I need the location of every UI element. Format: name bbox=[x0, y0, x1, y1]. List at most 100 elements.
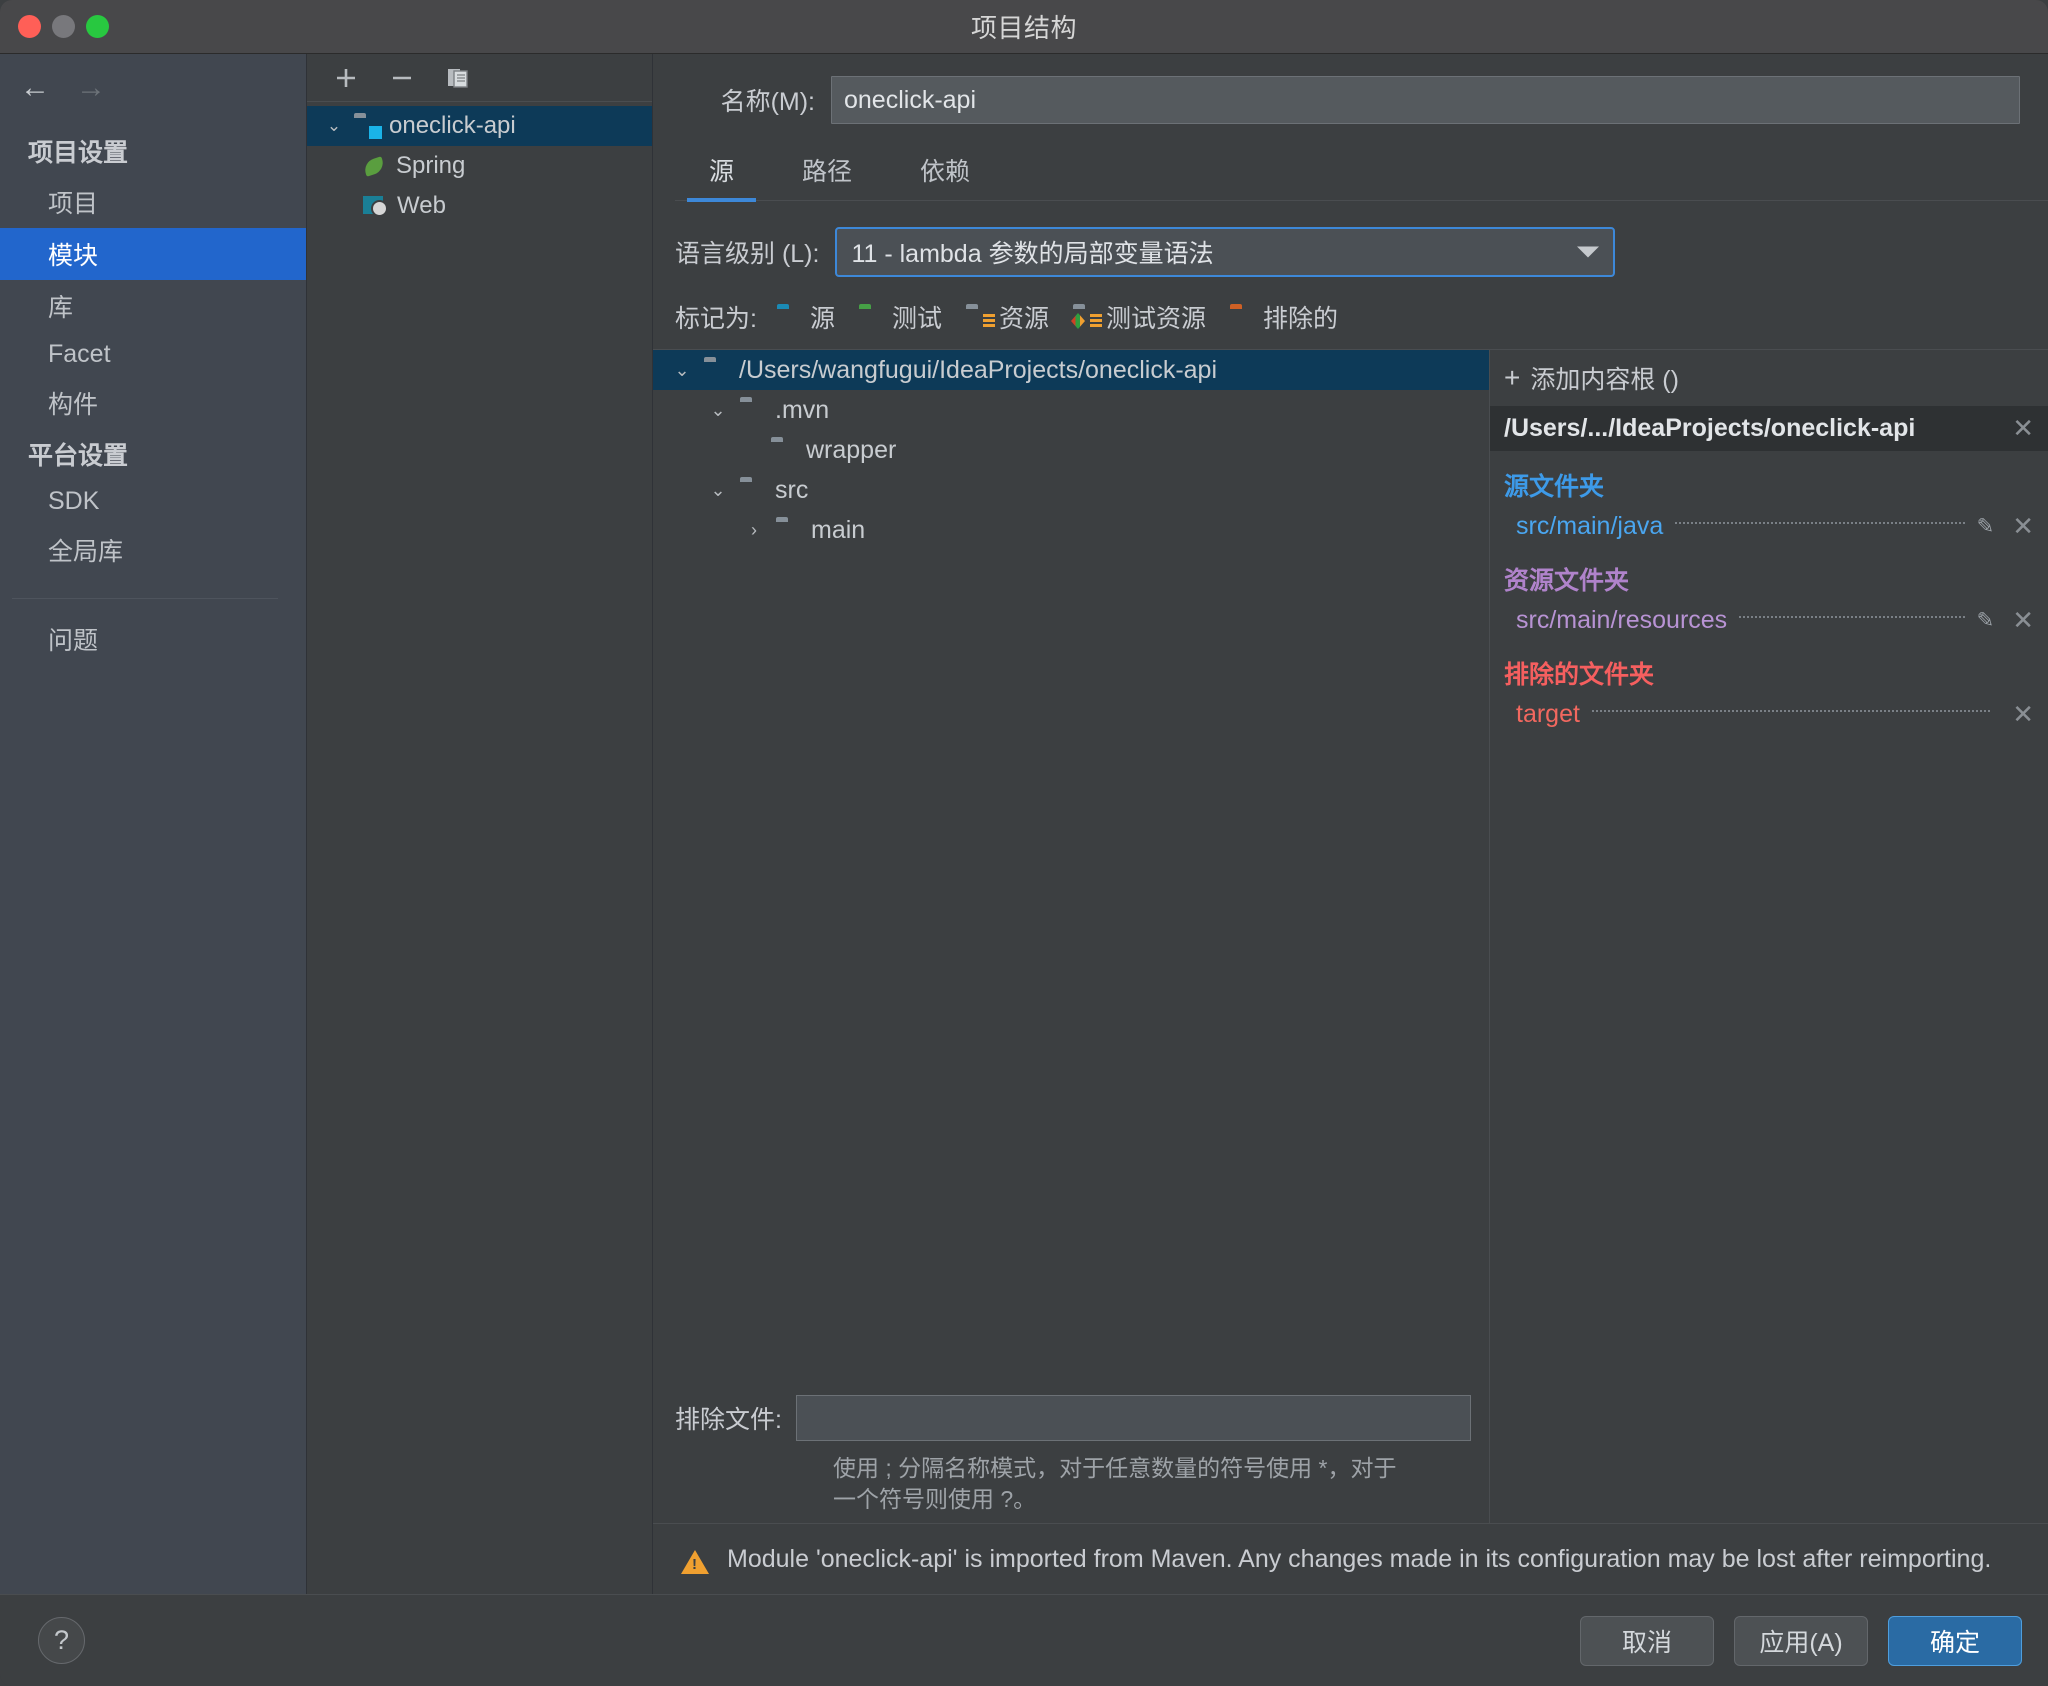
spring-leaf-icon bbox=[362, 155, 387, 177]
mark-as-label: 标记为: bbox=[675, 305, 757, 333]
folder-icon bbox=[740, 399, 766, 421]
sidebar-item-modules[interactable]: 模块 bbox=[0, 228, 306, 280]
module-name-field-label: 名称(M): bbox=[720, 88, 815, 116]
language-level-select[interactable]: 11 - lambda 参数的局部变量语法 bbox=[835, 227, 1616, 277]
cancel-button[interactable]: 取消 bbox=[1580, 1615, 1714, 1666]
chevron-right-icon[interactable]: › bbox=[741, 520, 767, 541]
chevron-down-icon[interactable]: ⌄ bbox=[705, 400, 731, 421]
folder-icon bbox=[776, 519, 802, 541]
module-name-input[interactable] bbox=[831, 76, 2020, 124]
module-tree: ⌄ oneclick-api Spring Web bbox=[307, 102, 652, 226]
module-tree-row-web[interactable]: Web bbox=[307, 186, 652, 226]
tab-paths[interactable]: 路径 bbox=[768, 146, 886, 200]
exclude-files-input[interactable] bbox=[795, 1394, 1471, 1441]
mark-as-excluded-label: 排除的 bbox=[1263, 305, 1339, 333]
sidebar-group-project-settings: 项目设置 bbox=[28, 139, 129, 167]
sources-panes: ⌄ /Users/wangfugui/IdeaProjects/oneclick… bbox=[653, 349, 2048, 1523]
file-tree-row-root[interactable]: ⌄ /Users/wangfugui/IdeaProjects/oneclick… bbox=[653, 350, 1489, 390]
content-root-path: /Users/.../IdeaProjects/oneclick-api bbox=[1504, 414, 1916, 442]
source-folder-item[interactable]: src/main/java ✎ ✕ bbox=[1490, 507, 2048, 545]
file-tree-label: wrapper bbox=[806, 435, 897, 464]
dotted-separator bbox=[1739, 616, 1965, 618]
ok-button[interactable]: 确定 bbox=[1888, 1615, 2022, 1666]
sidebar-item-global-libraries[interactable]: 全局库 bbox=[0, 524, 306, 576]
mark-as-tests-label: 测试 bbox=[891, 305, 942, 333]
help-button[interactable]: ? bbox=[38, 1617, 85, 1664]
tab-sources[interactable]: 源 bbox=[675, 146, 768, 202]
module-name-label: oneclick-api bbox=[389, 112, 516, 139]
back-arrow-icon[interactable]: ← bbox=[20, 73, 50, 103]
title-bar: 项目结构 bbox=[0, 0, 2048, 54]
chevron-down-icon[interactable]: ⌄ bbox=[705, 480, 731, 501]
plus-icon: + bbox=[1504, 362, 1521, 393]
chevron-down-icon[interactable]: ⌄ bbox=[323, 116, 345, 136]
module-name-row: 名称(M): bbox=[653, 54, 2048, 124]
mark-as-sources-label: 源 bbox=[809, 305, 835, 333]
copy-module-icon[interactable] bbox=[441, 61, 475, 95]
mark-as-test-resources-label: 测试资源 bbox=[1106, 305, 1207, 333]
folder-icon bbox=[771, 439, 797, 461]
sidebar-item-artifacts[interactable]: 构件 bbox=[0, 377, 306, 429]
warning-icon bbox=[681, 1550, 709, 1574]
facet-name-label: Web bbox=[397, 192, 446, 219]
sidebar-item-facets[interactable]: Facet bbox=[0, 332, 306, 377]
resource-folders-title: 资源文件夹 bbox=[1504, 567, 1630, 595]
module-tabs: 源 路径 依赖 bbox=[675, 146, 2048, 202]
sidebar-item-project[interactable]: 项目 bbox=[0, 176, 306, 228]
chevron-down-icon[interactable]: ⌄ bbox=[669, 360, 695, 381]
file-tree-row-wrapper[interactable]: wrapper bbox=[653, 430, 1489, 470]
add-content-root-button[interactable]: + 添加内容根 () bbox=[1490, 350, 2048, 406]
file-tree-label: .mvn bbox=[775, 395, 830, 424]
module-tree-row-oneclick-api[interactable]: ⌄ oneclick-api bbox=[307, 106, 652, 146]
sidebar-item-problems[interactable]: 问题 bbox=[0, 613, 306, 665]
file-tree: ⌄ /Users/wangfugui/IdeaProjects/oneclick… bbox=[653, 350, 1489, 1395]
remove-icon[interactable]: ✕ bbox=[2002, 511, 2034, 542]
warning-message: Module 'oneclick-api' is imported from M… bbox=[727, 1545, 1992, 1573]
resource-folder-item[interactable]: src/main/resources ✎ ✕ bbox=[1490, 601, 2048, 639]
folder-icon bbox=[740, 479, 766, 501]
language-level-label: 语言级别 (L): bbox=[675, 240, 820, 268]
source-folders-title: 源文件夹 bbox=[1504, 473, 1605, 501]
module-list-panel: ⌄ oneclick-api Spring Web bbox=[307, 54, 653, 1594]
dotted-separator bbox=[1675, 522, 1965, 524]
edit-icon[interactable]: ✎ bbox=[1977, 608, 1995, 633]
add-module-icon[interactable] bbox=[329, 61, 363, 95]
content-root-header: /Users/.../IdeaProjects/oneclick-api ✕ bbox=[1490, 406, 2048, 451]
excluded-folder-icon bbox=[1230, 306, 1256, 328]
excluded-folder-item[interactable]: target ✕ bbox=[1490, 695, 2048, 733]
remove-icon[interactable]: ✕ bbox=[2002, 699, 2034, 730]
mark-as-test-resources-button[interactable]: 测试资源 bbox=[1071, 299, 1207, 335]
language-level-row: 语言级别 (L): 11 - lambda 参数的局部变量语法 bbox=[653, 201, 2048, 277]
apply-button[interactable]: 应用(A) bbox=[1734, 1615, 1868, 1666]
mark-as-tests-button[interactable]: 测试 bbox=[859, 299, 942, 335]
file-tree-row-main[interactable]: › main bbox=[653, 510, 1489, 550]
sidebar-nav-list: 项目设置 项目 模块 库 Facet 构件 平台设置 SDK 全局库 问题 bbox=[0, 114, 306, 665]
file-tree-label: src bbox=[775, 475, 809, 504]
test-folder-icon bbox=[859, 306, 885, 328]
remove-icon[interactable]: ✕ bbox=[2002, 605, 2034, 636]
sidebar-item-libraries[interactable]: 库 bbox=[0, 280, 306, 332]
tab-dependencies[interactable]: 依赖 bbox=[886, 146, 1004, 200]
remove-content-root-icon[interactable]: ✕ bbox=[2002, 413, 2034, 444]
chevron-down-icon[interactable] bbox=[1577, 246, 1600, 258]
nav-arrows: ← → bbox=[0, 62, 306, 114]
mark-as-resources-button[interactable]: 资源 bbox=[966, 299, 1049, 335]
file-tree-row-src[interactable]: ⌄ src bbox=[653, 470, 1489, 510]
module-tree-row-spring[interactable]: Spring bbox=[307, 146, 652, 186]
file-tree-row-mvn[interactable]: ⌄ .mvn bbox=[653, 390, 1489, 430]
content-roots-pane: + 添加内容根 () /Users/.../IdeaProjects/onecl… bbox=[1490, 350, 2048, 1523]
settings-sidebar: ← → 项目设置 项目 模块 库 Facet 构件 平台设置 SDK 全局库 问… bbox=[0, 54, 307, 1594]
remove-module-icon[interactable] bbox=[385, 61, 419, 95]
mark-as-sources-button[interactable]: 源 bbox=[777, 299, 835, 335]
forward-arrow-icon[interactable]: → bbox=[76, 73, 106, 103]
source-folder-path: src/main/java bbox=[1516, 511, 1664, 540]
exclude-files-row: 排除文件: bbox=[653, 1394, 1471, 1441]
mark-as-excluded-button[interactable]: 排除的 bbox=[1230, 299, 1338, 335]
file-tree-pane: ⌄ /Users/wangfugui/IdeaProjects/oneclick… bbox=[653, 350, 1490, 1523]
sidebar-item-sdks[interactable]: SDK bbox=[0, 479, 306, 524]
exclude-files-label: 排除文件: bbox=[675, 1405, 782, 1434]
source-folder-icon bbox=[777, 306, 803, 328]
file-tree-label: /Users/wangfugui/IdeaProjects/oneclick-a… bbox=[739, 355, 1218, 384]
excluded-folder-path: target bbox=[1516, 699, 1580, 728]
edit-icon[interactable]: ✎ bbox=[1977, 514, 1995, 539]
